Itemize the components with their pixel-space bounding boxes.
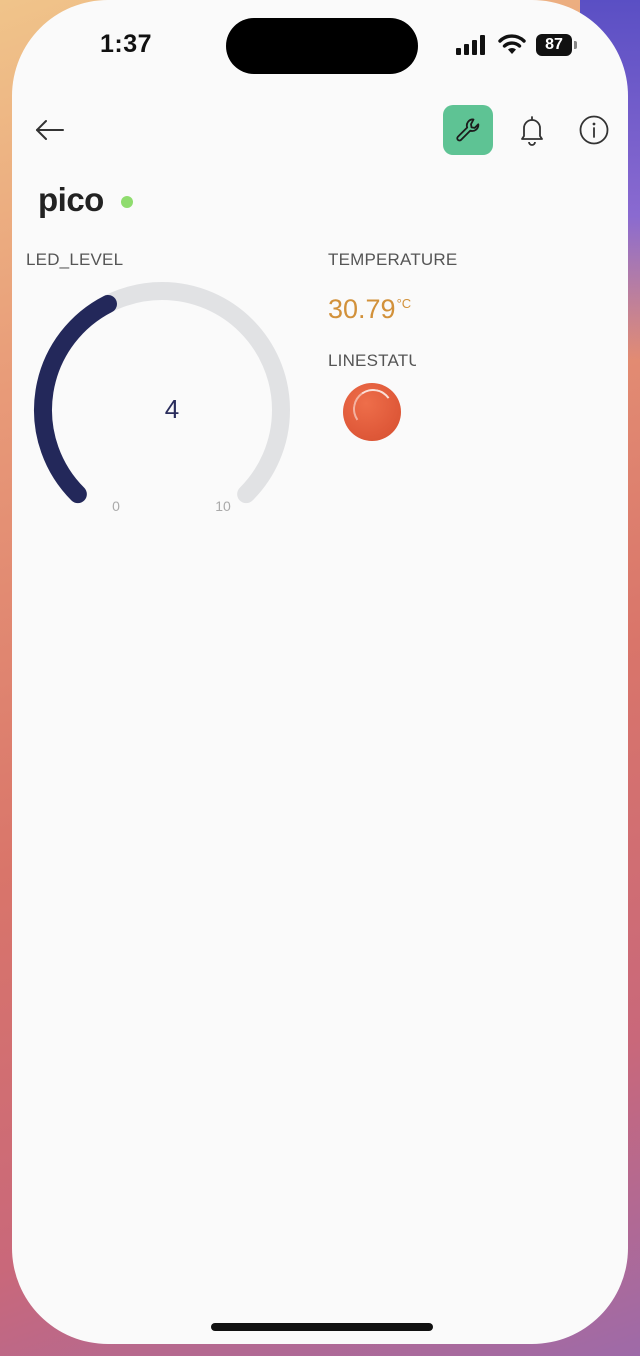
battery-level: 87 — [536, 34, 572, 56]
bell-icon — [521, 116, 543, 146]
info-icon — [579, 115, 609, 145]
online-status-dot — [121, 196, 133, 208]
temperature-readout: 30.79°C — [328, 294, 411, 325]
wifi-icon — [498, 34, 526, 54]
gauge-min-label: 0 — [112, 498, 120, 514]
temperature-label: TEMPERATURE — [328, 250, 458, 269]
gauge-max-label: 10 — [215, 498, 231, 514]
notifications-button[interactable] — [515, 113, 549, 147]
temperature-unit: °C — [396, 296, 412, 311]
gauge-value: 4 — [164, 394, 180, 424]
home-indicator[interactable] — [211, 1323, 433, 1331]
info-button[interactable] — [577, 113, 611, 147]
battery-tip — [574, 41, 577, 49]
status-bar: 1:37 87 — [12, 0, 628, 90]
gauge-fill — [34, 294, 117, 504]
device-settings-button[interactable] — [443, 105, 493, 155]
phone-screen: 1:37 87 pico LED_LEVEL 4 0 10 TEMPERATUR… — [12, 0, 628, 1344]
cellular-signal-icon — [456, 35, 485, 55]
status-time: 1:37 — [100, 30, 153, 58]
led-level-label: LED_LEVEL — [26, 250, 124, 269]
linestatus-label: LINESTATUS — [328, 351, 416, 370]
device-name: pico — [38, 181, 104, 218]
battery-indicator: 87 — [536, 34, 580, 56]
temperature-value: 30.79 — [328, 294, 396, 324]
back-button[interactable] — [30, 110, 70, 150]
dynamic-island — [226, 18, 418, 74]
linestatus-led-indicator — [343, 383, 401, 441]
arrow-left-icon — [36, 120, 64, 140]
led-shine — [349, 385, 397, 433]
wrench-icon — [456, 118, 480, 142]
